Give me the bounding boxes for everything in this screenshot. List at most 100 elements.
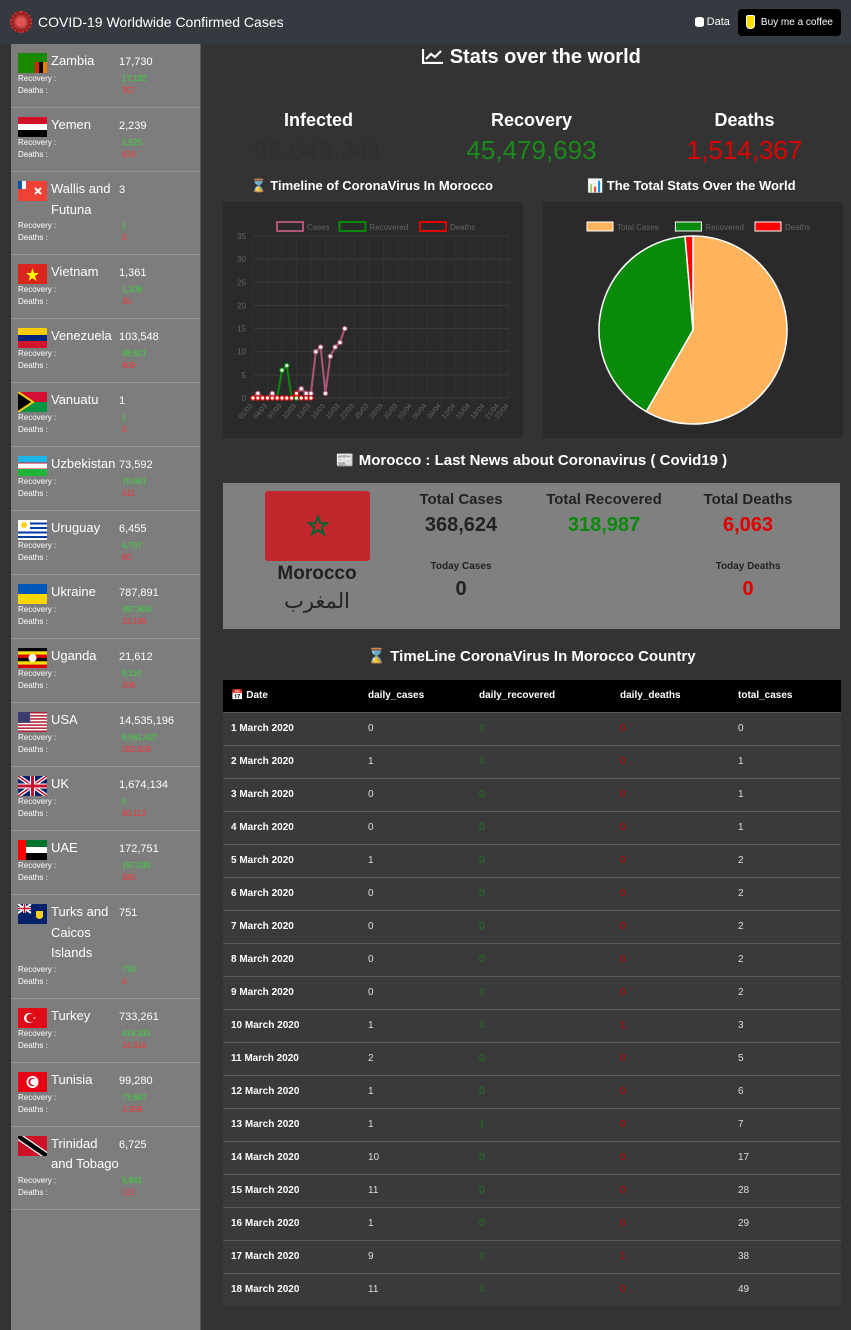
x-tick-label: 13/03 (296, 403, 313, 421)
country-item[interactable]: Vanuatu 1 Recovery : 1 Deaths : 0 (11, 383, 200, 447)
country-item[interactable]: Uruguay 6,455 Recovery : 4,707 Deaths : … (11, 511, 200, 575)
column-header-daily-recovered[interactable]: daily_recovered (471, 680, 612, 712)
deaths-label: Deaths : (18, 425, 48, 434)
row-daily-deaths: 0 (612, 1140, 730, 1174)
country-item[interactable]: Trinidad and Tobago 6,725 Recovery : 5,8… (11, 1127, 200, 1210)
row-daily-recovered: 0 (471, 909, 612, 943)
deaths-label: Deaths : (18, 873, 48, 882)
data-point[interactable] (317, 344, 324, 350)
column-header-daily-cases[interactable]: daily_cases (360, 680, 471, 712)
country-item[interactable]: Uganda 21,612 Recovery : 9,110 Deaths : … (11, 639, 200, 703)
country-item[interactable]: Zambia 17,730 Recovery : 17,102 Deaths :… (11, 44, 200, 108)
country-item[interactable]: Venezuela 103,548 Recovery : 98,521 Deat… (11, 319, 200, 383)
data-point[interactable] (279, 395, 285, 401)
legend-label[interactable]: Recovered (370, 223, 409, 232)
data-point[interactable] (269, 390, 276, 397)
country-name: Uruguay (51, 520, 101, 535)
data-point[interactable] (269, 395, 276, 401)
total-cases-kpi: Total Cases 368,624 (401, 491, 521, 537)
row-date: 1 March 2020 (223, 711, 360, 745)
row-daily-recovered: 0 (471, 1206, 612, 1240)
country-item[interactable]: Turkey 733,261 Recovery : 418,331 Deaths… (11, 999, 200, 1063)
row-daily-recovered: 0 (471, 1173, 612, 1207)
country-item[interactable]: Vietnam 1,361 Recovery : 1,209 Deaths : … (11, 255, 200, 319)
total-deaths-kpi: Total Deaths 6,063 (688, 491, 808, 537)
country-deaths: 60,113 (122, 809, 146, 818)
row-date: 17 March 2020 (223, 1239, 360, 1273)
country-item[interactable]: UAE 172,751 Recovery : 157,035 Deaths : … (11, 831, 200, 895)
data-point[interactable] (255, 395, 261, 401)
column-header-total-cases[interactable]: total_cases (730, 680, 841, 712)
today-cases-value: 0 (455, 578, 467, 600)
country-item[interactable]: Uzbekistan 73,592 Recovery : 70,861 Deat… (11, 447, 200, 511)
data-point[interactable] (322, 390, 329, 397)
row-total-cases: 6 (730, 1074, 841, 1108)
legend-label[interactable]: Total Cases (617, 223, 659, 232)
data-point[interactable] (279, 367, 285, 374)
x-tick-label: 10/03 (281, 403, 298, 421)
row-daily-deaths: 0 (612, 744, 730, 778)
country-item[interactable]: Turks and Caicos Islands 751 Recovery : … (11, 895, 200, 999)
buy-coffee-button[interactable]: Buy me a coffee (737, 8, 841, 36)
country-sidebar[interactable]: Zambia 17,730 Recovery : 17,102 Deaths :… (11, 44, 201, 1330)
legend-label[interactable]: Cases (307, 223, 330, 232)
legend-swatch[interactable] (674, 221, 702, 232)
data-point[interactable] (284, 395, 290, 401)
data-point[interactable] (264, 395, 271, 401)
data-point[interactable] (332, 344, 338, 350)
country-item[interactable]: Tunisia 99,280 Recovery : 73,607 Deaths … (11, 1063, 200, 1127)
country-flag-icon (18, 1135, 47, 1156)
table-row: 5 March 2020 1 0 0 2 (223, 843, 841, 877)
table-row: 12 March 2020 1 0 0 6 (223, 1074, 841, 1108)
recovery-label: Recovery : (18, 541, 57, 550)
timeline-chart[interactable]: Cases Recovered Deaths 0 5 10 15 20 25 30 35 01/03 0… (223, 202, 523, 438)
row-date: 5 March 2020 (223, 843, 360, 877)
data-point[interactable] (303, 395, 309, 401)
data-link[interactable]: Data (694, 16, 730, 28)
brand[interactable]: COVID-19 Worldwide Confirmed Cases (10, 11, 284, 33)
legend-swatch[interactable] (419, 221, 447, 232)
data-point[interactable] (341, 325, 348, 332)
data-point[interactable] (284, 362, 290, 369)
country-item[interactable]: Wallis and Futuna 3 Recovery : 1 Deaths … (11, 172, 200, 255)
data-point[interactable] (337, 339, 343, 346)
data-point[interactable] (312, 348, 319, 355)
country-item[interactable]: UK 1,674,134 Recovery : 0 Deaths : 60,11… (11, 767, 200, 831)
country-item[interactable]: USA 14,535,196 Recovery : 8,561,427 Deat… (11, 703, 200, 767)
country-flag-icon (18, 117, 47, 137)
newspaper-icon: 📰 (335, 452, 355, 469)
row-total-cases: 49 (730, 1272, 841, 1306)
country-flag-icon (18, 264, 47, 284)
data-point[interactable] (274, 395, 280, 401)
country-name: Ukraine (51, 584, 96, 599)
recovery-label: Recovery : (18, 1175, 57, 1185)
data-point[interactable] (293, 390, 300, 397)
column-header-daily-deaths[interactable]: daily_deaths (612, 680, 730, 712)
data-point[interactable] (308, 395, 314, 401)
data-point[interactable] (255, 390, 261, 397)
country-item[interactable]: Yemen 2,239 Recovery : 1,525 Deaths : 62… (11, 108, 200, 172)
legend-swatch[interactable] (586, 221, 614, 232)
row-daily-cases: 1 (360, 1107, 471, 1141)
data-point[interactable] (293, 395, 300, 401)
data-point[interactable] (327, 353, 334, 360)
legend-swatch[interactable] (276, 221, 304, 232)
legend-label[interactable]: Deaths (785, 223, 810, 232)
data-point[interactable] (298, 385, 305, 392)
data-point[interactable] (298, 395, 305, 401)
legend-swatch[interactable] (338, 221, 367, 232)
column-header-date[interactable]: 📅 Date (223, 680, 360, 712)
total-pie-chart[interactable]: Total Cases Recovered Deaths (543, 202, 843, 438)
country-flag-icon (18, 520, 47, 540)
row-daily-recovered: 0 (471, 942, 612, 976)
data-point[interactable] (288, 395, 295, 401)
legend-swatch[interactable] (754, 221, 782, 232)
row-date: 15 March 2020 (223, 1173, 360, 1207)
data-point[interactable] (303, 390, 309, 397)
legend-label[interactable]: Recovered (705, 223, 744, 232)
data-point[interactable] (259, 395, 266, 401)
data-point[interactable] (250, 395, 256, 401)
legend-label[interactable]: Deaths (450, 223, 475, 232)
country-item[interactable]: Ukraine 787,891 Recovery : 397,809 Death… (11, 575, 200, 639)
data-point[interactable] (308, 390, 314, 397)
